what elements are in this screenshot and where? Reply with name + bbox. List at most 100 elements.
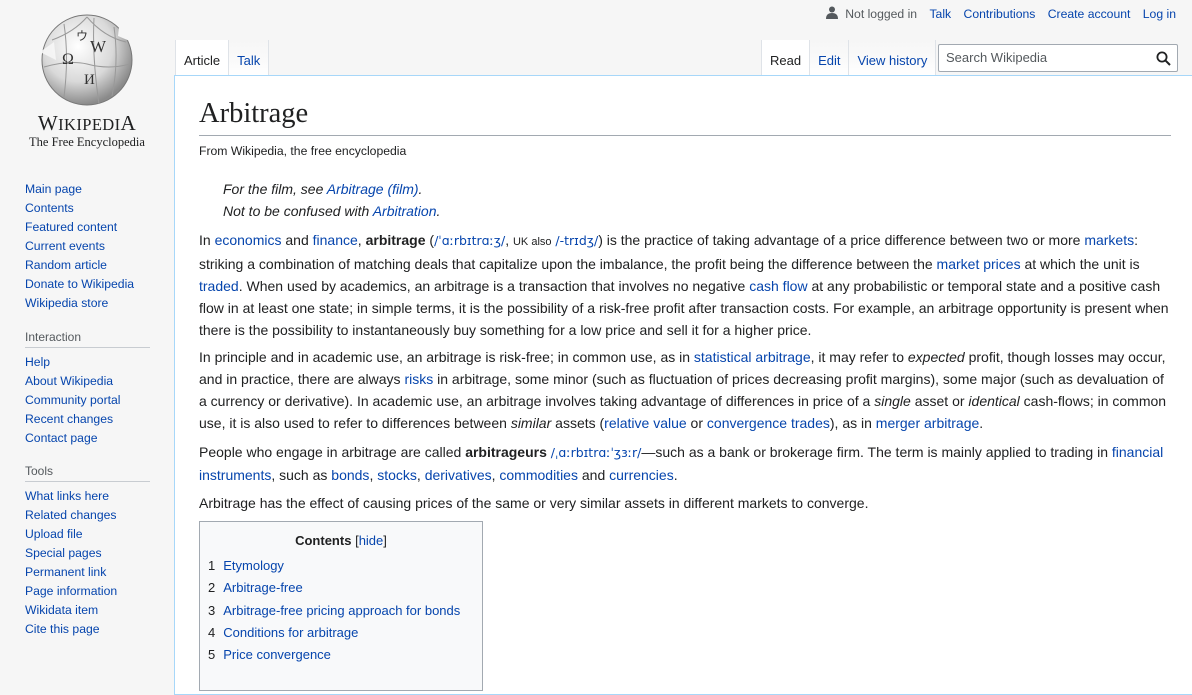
toc-item[interactable]: 5 Price convergence bbox=[208, 646, 460, 668]
hatnote-film-text: For the film, see bbox=[223, 181, 327, 197]
sidebar-item-help[interactable]: Help bbox=[25, 355, 50, 369]
ipa-uk-pronunciation-link[interactable]: /-trɪdʒ/ bbox=[555, 233, 598, 248]
hatnote-arbitration: Not to be confused with Arbitration. bbox=[223, 203, 440, 219]
search-icon[interactable] bbox=[1156, 51, 1171, 66]
globe-glyph-u: ウ bbox=[76, 29, 88, 43]
text: ) is the practice of taking advantage of… bbox=[598, 232, 1085, 248]
text: or bbox=[686, 415, 707, 431]
emphasis: similar bbox=[510, 415, 552, 431]
toc-link-conditions[interactable]: Conditions for arbitrage bbox=[223, 625, 358, 640]
sidebar-item-related-changes[interactable]: Related changes bbox=[25, 508, 116, 522]
sidebar-item-main-page[interactable]: Main page bbox=[25, 182, 82, 196]
bold-term: arbitrage bbox=[365, 232, 426, 248]
link-finance[interactable]: finance bbox=[313, 232, 358, 248]
toc-item[interactable]: 3 Arbitrage-free pricing approach for bon… bbox=[208, 602, 460, 624]
sidebar-item-contact-page[interactable]: Contact page bbox=[25, 431, 98, 445]
sidebar-item-recent-changes[interactable]: Recent changes bbox=[25, 412, 113, 426]
namespace-tabs: Article Talk bbox=[175, 40, 270, 75]
globe-glyph-w: W bbox=[90, 37, 107, 56]
paragraph-intro: In economics and finance, arbitrage (/ˈɑ… bbox=[199, 229, 1174, 341]
bold-term: arbitrageurs bbox=[465, 444, 547, 460]
wikipedia-tagline: The Free Encyclopedia bbox=[29, 135, 145, 149]
text: . bbox=[979, 415, 984, 431]
sidebar-item-current-events[interactable]: Current events bbox=[25, 239, 105, 253]
sidebar-item-what-links-here[interactable]: What links here bbox=[25, 489, 109, 503]
tab-article[interactable]: Article bbox=[175, 40, 230, 75]
link-cash-flow[interactable]: cash flow bbox=[749, 278, 807, 294]
toc-item[interactable]: 2 Arbitrage-free bbox=[208, 579, 460, 601]
link-arbitrage-film[interactable]: Arbitrage (film) bbox=[327, 181, 419, 197]
sidebar-item-upload-file[interactable]: Upload file bbox=[25, 527, 83, 541]
ipa-pronunciation-link[interactable]: /ˈɑːrbɪtrɑːʒ/ bbox=[434, 233, 505, 248]
sidebar-item-featured-content[interactable]: Featured content bbox=[25, 220, 117, 234]
tab-talk[interactable]: Talk bbox=[229, 40, 270, 75]
link-currencies[interactable]: currencies bbox=[609, 467, 674, 483]
tab-view-history[interactable]: View history bbox=[849, 40, 937, 75]
wordmark-middle: IKIPEDI bbox=[58, 115, 121, 134]
sidebar-item-wikidata-item[interactable]: Wikidata item bbox=[25, 603, 98, 617]
toc-link-pricing-approach[interactable]: Arbitrage-free pricing approach for bond… bbox=[223, 603, 460, 618]
wikipedia-logo[interactable]: W Ω И ウ WIKIPEDIA The Free Encyclopedia bbox=[0, 0, 174, 160]
site-subtitle: From Wikipedia, the free encyclopedia bbox=[199, 144, 407, 158]
hatnote-film: For the film, see Arbitrage (film). bbox=[223, 181, 422, 197]
sidebar-item-special-pages[interactable]: Special pages bbox=[25, 546, 102, 560]
link-bonds[interactable]: bonds bbox=[331, 467, 369, 483]
link-commodities[interactable]: commodities bbox=[499, 467, 578, 483]
paragraph-risk: In principle and in academic use, an arb… bbox=[199, 346, 1174, 434]
link-derivatives[interactable]: derivatives bbox=[425, 467, 492, 483]
sidebar-interaction: Interaction Help About Wikipedia Communi… bbox=[25, 328, 150, 448]
log-in-link[interactable]: Log in bbox=[1143, 7, 1176, 21]
globe-glyph-i: И bbox=[84, 72, 95, 88]
search-box bbox=[938, 44, 1178, 72]
sidebar-item-random-article[interactable]: Random article bbox=[25, 258, 107, 272]
sidebar-item-permanent-link[interactable]: Permanent link bbox=[25, 565, 106, 579]
globe-glyph-omega: Ω bbox=[62, 51, 74, 68]
talk-link[interactable]: Talk bbox=[929, 7, 951, 21]
link-traded[interactable]: traded bbox=[199, 278, 239, 294]
toc-link-etymology[interactable]: Etymology bbox=[223, 558, 284, 573]
sidebar-item-cite-this-page[interactable]: Cite this page bbox=[25, 622, 100, 636]
link-risks[interactable]: risks bbox=[404, 371, 433, 387]
contributions-link[interactable]: Contributions bbox=[964, 7, 1036, 21]
link-relative-value[interactable]: relative value bbox=[604, 415, 687, 431]
text: In bbox=[199, 232, 215, 248]
sidebar-item-page-information[interactable]: Page information bbox=[25, 584, 117, 598]
text: , bbox=[505, 232, 513, 248]
toc-link-price-convergence[interactable]: Price convergence bbox=[223, 647, 331, 662]
search-input[interactable] bbox=[946, 50, 1146, 65]
wordmark-first: W bbox=[37, 111, 59, 135]
text: —such as a bank or brokerage firm. The t… bbox=[641, 444, 1112, 460]
toc-link-arbitrage-free[interactable]: Arbitrage-free bbox=[223, 580, 302, 595]
sidebar-item-contents[interactable]: Contents bbox=[25, 201, 74, 215]
text: and bbox=[577, 467, 610, 483]
link-arbitration[interactable]: Arbitration bbox=[373, 203, 437, 219]
sidebar-item-about[interactable]: About Wikipedia bbox=[25, 374, 113, 388]
link-stocks[interactable]: stocks bbox=[377, 467, 417, 483]
toc-hide-toggle[interactable]: hide bbox=[359, 533, 384, 548]
hatnote-arbitration-text: Not to be confused with bbox=[223, 203, 373, 219]
sidebar-item-donate[interactable]: Donate to Wikipedia bbox=[25, 277, 134, 291]
tools-heading: Tools bbox=[25, 462, 150, 482]
paragraph-convergence: Arbitrage has the effect of causing pric… bbox=[199, 495, 869, 511]
link-economics[interactable]: economics bbox=[215, 232, 282, 248]
link-market-prices[interactable]: market prices bbox=[937, 256, 1021, 272]
link-convergence-trades[interactable]: convergence trades bbox=[707, 415, 830, 431]
tab-edit[interactable]: Edit bbox=[810, 40, 850, 75]
toc-title: Contents [hide] bbox=[200, 533, 482, 548]
sidebar-item-store[interactable]: Wikipedia store bbox=[25, 296, 108, 310]
text: asset or bbox=[910, 393, 969, 409]
interaction-heading: Interaction bbox=[25, 328, 150, 348]
uk-also-label: UK also bbox=[512, 236, 552, 248]
ipa-arbitrageurs-link[interactable]: /ˌɑːrbɪtrɑːˈʒɜːr/ bbox=[551, 445, 642, 460]
link-merger-arbitrage[interactable]: merger arbitrage bbox=[876, 415, 980, 431]
text: at which the unit is bbox=[1020, 256, 1140, 272]
link-markets[interactable]: markets bbox=[1084, 232, 1134, 248]
toc-item[interactable]: 1 Etymology bbox=[208, 557, 460, 579]
link-statistical-arbitrage[interactable]: statistical arbitrage bbox=[694, 349, 811, 365]
toc-bracket: ] bbox=[383, 533, 387, 548]
create-account-link[interactable]: Create account bbox=[1048, 7, 1131, 21]
tab-read[interactable]: Read bbox=[761, 40, 811, 75]
toc-number: 1 bbox=[208, 558, 216, 573]
sidebar-item-community-portal[interactable]: Community portal bbox=[25, 393, 121, 407]
toc-item[interactable]: 4 Conditions for arbitrage bbox=[208, 624, 460, 646]
